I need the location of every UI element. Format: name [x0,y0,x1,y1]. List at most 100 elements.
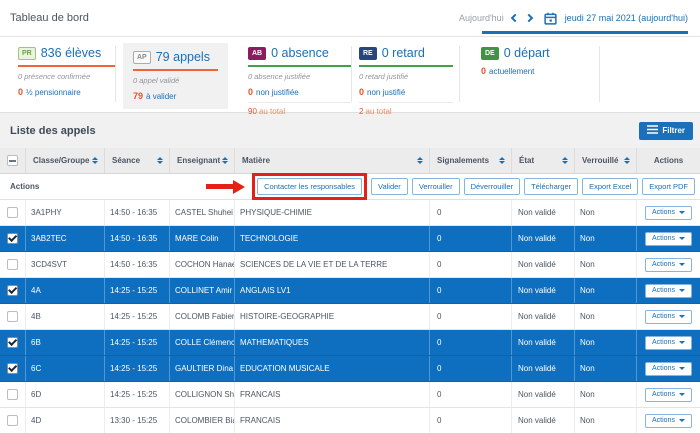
stat-rule [248,65,351,67]
sort-icon[interactable] [562,157,568,165]
col-header-matiere[interactable]: Matière [235,148,430,173]
stat-value: 0 [18,87,23,97]
cell-etat: Non validé [512,226,575,251]
row-actions-button[interactable]: Actions [645,414,692,428]
row-checkbox[interactable] [7,207,18,218]
telecharger-button[interactable]: Télécharger [524,178,578,195]
row-checkbox[interactable] [7,389,18,400]
table-row[interactable]: 4A 14:25 - 15:25 COLLINET Amir ANGLAIS L… [0,278,700,304]
table-row[interactable]: 3CD4SVT 14:50 - 16:35 COCHON Hanaé SCIEN… [0,252,700,278]
col-header-enseignant[interactable]: Enseignant [170,148,235,173]
row-checkbox[interactable] [7,337,18,348]
chevron-right-icon[interactable] [524,14,532,22]
sort-icon[interactable] [624,157,630,165]
stat-value-label: ½ pensionnaire [26,88,81,97]
cell-classe: 3CD4SVT [26,252,105,277]
bulk-actions-bar: Actions Contacter les responsables Valid… [0,174,700,200]
stat-rule [18,65,115,67]
calendar-icon[interactable] [544,12,557,25]
filter-list-icon [647,125,658,136]
col-header-seance[interactable]: Séance [105,148,170,173]
row-checkbox[interactable] [7,415,18,426]
deverrouiller-button[interactable]: Déverrouiller [464,178,521,195]
row-checkbox[interactable] [7,285,18,296]
stat-title-depart: 0 départ [504,46,550,60]
table-row[interactable]: 4D 13:30 - 15:25 COLOMBIER Bianca FRANCA… [0,408,700,433]
cell-enseignant: GAULTIER Dina [170,356,235,381]
stat-card-depart[interactable]: DE 0 départ 0actuellement [481,46,591,76]
cell-verrouille: Non [575,382,637,407]
valider-button[interactable]: Valider [371,178,408,195]
col-header-signalements[interactable]: Signalements [430,148,512,173]
current-date-label[interactable]: jeudi 27 mai 2021 (aujourd'hui) [565,13,688,23]
sort-icon[interactable] [222,157,228,165]
cell-classe: 3A1PHY [26,200,105,225]
row-checkbox-cell [0,408,26,433]
cell-signalements: 0 [430,304,512,329]
badge-ap: AP [133,51,151,64]
sort-icon[interactable] [417,157,423,165]
badge-re: RE [359,47,377,60]
sort-icon[interactable] [499,157,505,165]
cell-actions: Actions [637,252,700,277]
list-title: Liste des appels [10,125,96,137]
cell-verrouille: Non [575,226,637,251]
col-header-actions: Actions [637,148,700,173]
sort-icon[interactable] [157,157,163,165]
table-row[interactable]: 6C 14:25 - 15:25 GAULTIER Dina EDUCATION… [0,356,700,382]
row-actions-button[interactable]: Actions [645,310,692,324]
date-active-underline [482,31,688,34]
row-actions-button[interactable]: Actions [645,258,692,272]
badge-ab: AB [248,47,266,60]
row-checkbox[interactable] [7,233,18,244]
table-row[interactable]: 6D 14:25 - 15:25 COLLIGNON Shinya FRANCA… [0,382,700,408]
row-actions-button[interactable]: Actions [645,388,692,402]
stat-card-absence[interactable]: AB 0 absence 0 absence justifiée 0non ju… [248,46,351,116]
col-header-etat[interactable]: État [512,148,575,173]
table-row[interactable]: 6B 14:25 - 15:25 COLLE Clémence MATHEMAT… [0,330,700,356]
cell-actions: Actions [637,382,700,407]
row-checkbox-cell [0,330,26,355]
table-row[interactable]: 4B 14:25 - 15:25 COLOMB Fabienne HISTOIR… [0,304,700,330]
cell-seance: 14:50 - 16:35 [105,252,170,277]
row-checkbox-cell [0,356,26,381]
col-header-classe-groupe[interactable]: Classe/Groupe [26,148,105,173]
caret-down-icon [679,237,685,240]
cell-matiere: EDUCATION MUSICALE [235,356,430,381]
row-checkbox-cell [0,226,26,251]
chevron-left-icon[interactable] [510,14,518,22]
stat-value-line: 0actuellement [481,66,591,76]
select-all-checkbox[interactable] [7,155,18,166]
verrouiller-button[interactable]: Verrouiller [412,178,460,195]
filter-button-label: Filtrer [662,126,685,135]
row-checkbox-cell [0,200,26,225]
row-actions-button[interactable]: Actions [645,336,692,350]
export-excel-button[interactable]: Export Excel [582,178,638,195]
table-header-row: Classe/Groupe Séance Enseignant Matière … [0,148,700,174]
table-row[interactable]: 3A1PHY 14:50 - 16:35 CASTEL Shuhei PHYSI… [0,200,700,226]
stat-card-appels[interactable]: AP 79 appels 0 appel validé 79à valider [123,43,228,109]
row-checkbox[interactable] [7,363,18,374]
sort-icon[interactable] [92,157,98,165]
row-checkbox[interactable] [7,259,18,270]
stat-value-line: 0½ pensionnaire [18,87,115,97]
cell-verrouille: Non [575,408,637,433]
stat-card-eleves[interactable]: PR 836 élèves 0 présence confirmée 0½ pe… [18,46,115,97]
table-row[interactable]: 3AB2TEC 14:50 - 16:35 MARE Colin TECHNOL… [0,226,700,252]
row-actions-button[interactable]: Actions [645,284,692,298]
annotation-highlight-box: Contacter les responsables [252,173,367,200]
stat-card-retard[interactable]: RE 0 retard 0 retard justifié 0non justi… [359,46,459,116]
list-header: Liste des appels Filtrer [0,113,700,148]
row-checkbox-cell [0,304,26,329]
export-pdf-button[interactable]: Export PDF [642,178,695,195]
stats-band: PR 836 élèves 0 présence confirmée 0½ pe… [0,36,700,113]
cell-actions: Actions [637,408,700,433]
col-header-verrouille[interactable]: Verrouillé [575,148,637,173]
filter-button[interactable]: Filtrer [639,122,693,140]
cell-etat: Non validé [512,200,575,225]
row-checkbox[interactable] [7,311,18,322]
row-actions-button[interactable]: Actions [645,206,692,220]
row-actions-button[interactable]: Actions [645,362,692,376]
row-actions-button[interactable]: Actions [645,232,692,246]
contacter-responsables-button[interactable]: Contacter les responsables [257,178,362,195]
